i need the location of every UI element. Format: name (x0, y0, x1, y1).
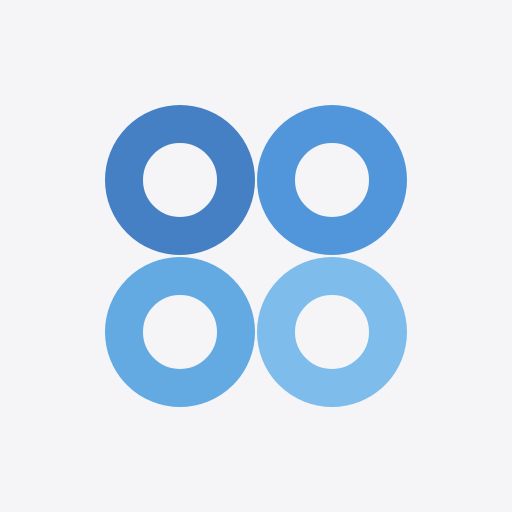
ring-bottom-left-icon (105, 257, 255, 407)
ring-top-left-icon (105, 105, 255, 255)
ring-top-right-icon (257, 105, 407, 255)
ring-bottom-right-icon (257, 257, 407, 407)
four-rings-logo-icon (105, 105, 407, 407)
app-icon-canvas (0, 0, 512, 512)
